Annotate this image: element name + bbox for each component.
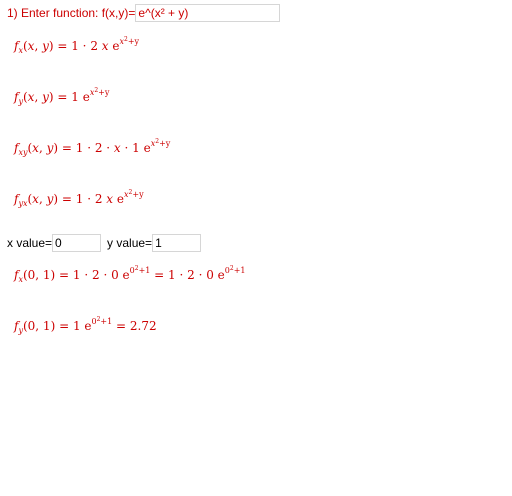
x-value-input[interactable]	[52, 234, 102, 252]
fx-evaluation: fx(0, 1) = 1 · 2 · 0 e02+1 = 1 · 2 · 0 e…	[14, 265, 246, 284]
fxy-formula: fxy(x, y) = 1 · 2 · x · 1 ex2+y	[14, 138, 171, 157]
y-value-input[interactable]	[152, 234, 202, 252]
function-entry-row: 1) Enter function: f(x,y)=	[7, 4, 281, 22]
fx-formula: fx(x, y) = 1 · 2 x ex2+y	[14, 36, 140, 55]
fyx-formula: fyx(x, y) = 1 · 2 x ex2+y	[14, 189, 144, 208]
function-input[interactable]	[135, 4, 281, 22]
point-input-row: x value= y value=	[7, 234, 202, 252]
fy-formula: fy(x, y) = 1 ex2+y	[14, 87, 110, 106]
x-value-label: x value=	[7, 236, 53, 250]
fy-evaluation: fy(0, 1) = 1 e02+1 = 2.72	[14, 316, 157, 335]
y-value-label: y value=	[107, 236, 153, 250]
function-prompt-label: 1) Enter function: f(x,y)=	[7, 6, 136, 20]
